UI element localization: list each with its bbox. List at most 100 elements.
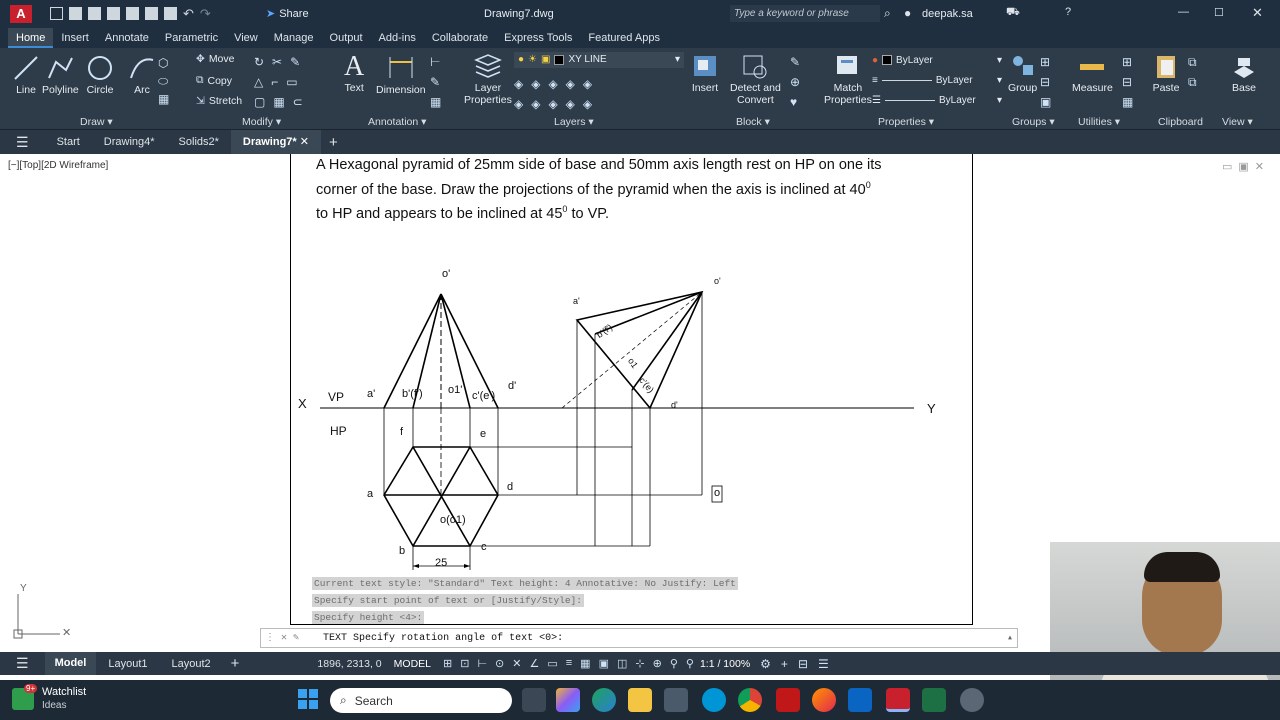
save-as-icon[interactable] [107,7,120,20]
command-grip-icon[interactable]: ⋮ ✕ ✎ [261,632,303,644]
tab-insert[interactable]: Insert [53,28,97,48]
tab-parametric[interactable]: Parametric [157,28,226,48]
layout-tab-layout1[interactable]: Layout1 [96,658,159,670]
new-icon[interactable] [50,7,63,20]
user-name[interactable]: deepak.sa [922,8,973,20]
mcafee-icon[interactable] [776,688,800,712]
open-icon[interactable] [69,7,82,20]
cart-icon[interactable]: ⛟ [1006,6,1020,20]
hamburger-menu-icon[interactable]: ☰ [0,134,45,151]
status-right-icons[interactable]: ⚙ + ⊟ ☰ [756,657,829,671]
store-icon[interactable] [664,688,688,712]
panel-modify-label[interactable]: Modify ▾ [242,116,281,128]
linetype-dropdown[interactable]: ≡ ByLayer ▾ [872,72,1002,88]
search-icon[interactable]: ⌕ [884,6,891,21]
close-button[interactable]: ✕ [1252,5,1263,21]
panel-annotation-label[interactable]: Annotation ▾ [368,116,426,128]
redo-icon[interactable]: ↷ [200,7,211,20]
panel-groups-label[interactable]: Groups ▾ [1012,116,1055,128]
layer-properties-button[interactable]: Layer Properties [464,52,512,106]
tab-view[interactable]: View [226,28,266,48]
coordinates-readout[interactable]: 1896, 2313, 0 [311,658,387,670]
tab-featured-apps[interactable]: Featured Apps [580,28,668,48]
layer-dropdown[interactable]: ● ☀ ▣ XY LINE ▾ [514,52,684,68]
widget-watchlist[interactable]: 9+ Watchlist Ideas [12,684,86,712]
undo-icon[interactable]: ↶ [183,7,194,20]
panel-layers-label[interactable]: Layers ▾ [554,116,594,128]
dimension-button[interactable]: Dimension [376,54,426,96]
command-expand-icon[interactable]: ▴ [1007,632,1017,644]
doc-tab-drawing7[interactable]: Drawing7* ✕ [230,130,321,154]
panel-block-label[interactable]: Block ▾ [736,116,770,128]
panel-draw-label[interactable]: Draw ▾ [80,116,113,128]
text-button[interactable]: A Text [344,52,364,95]
panel-clipboard-label[interactable]: Clipboard [1158,116,1203,128]
detect-convert-button[interactable]: Detect and Convert [730,52,781,106]
tab-express-tools[interactable]: Express Tools [496,28,580,48]
tab-home[interactable]: Home [8,28,54,48]
drawing-canvas[interactable]: [−][Top][2D Wireframe] ▭▣✕ A Hexagonal p… [0,154,1280,706]
start-button[interactable] [298,689,318,709]
tab-output[interactable]: Output [322,28,371,48]
copilot-icon[interactable] [556,688,580,712]
minimize-button[interactable]: — [1178,6,1189,18]
save-icon[interactable] [88,7,101,20]
new-tab-icon[interactable]: + [321,134,346,151]
lineweight-dropdown[interactable]: ☰ ByLayer ▾ [872,92,1002,108]
polyline-button[interactable]: Polyline [42,54,79,96]
paste-button[interactable]: Paste [1152,52,1180,94]
outlook-icon[interactable] [848,688,872,712]
command-line[interactable]: ⋮ ✕ ✎ TEXT Specify rotation angle of tex… [260,628,1018,648]
doc-tab-solids2[interactable]: Solids2* [167,130,231,154]
copy-button[interactable]: ⧉ Copy [196,74,232,87]
task-view-icon[interactable] [522,688,546,712]
panel-view-label[interactable]: View ▾ [1222,116,1253,128]
share-button[interactable]: ➤ Share [266,7,309,21]
excel-icon[interactable] [922,688,946,712]
taskbar-search[interactable]: ⌕ Search [330,688,512,713]
settings-icon[interactable] [960,688,984,712]
web-save-icon[interactable] [145,7,158,20]
doc-tab-start[interactable]: Start [45,130,92,154]
web-open-icon[interactable] [126,7,139,20]
panel-properties-label[interactable]: Properties ▾ [878,116,934,128]
color-dropdown[interactable]: ● ByLayer ▾ [872,52,1002,68]
insert-button[interactable]: Insert [690,52,720,94]
measure-button[interactable]: Measure [1072,52,1113,94]
add-layout-icon[interactable]: + [223,655,248,672]
group-button[interactable]: Group [1008,52,1037,94]
layout-menu-icon[interactable]: ☰ [0,655,45,672]
edge-icon[interactable] [592,688,616,712]
layout-tab-layout2[interactable]: Layout2 [160,658,223,670]
stretch-button[interactable]: ⇲ Stretch [196,95,242,107]
print-icon[interactable] [164,7,177,20]
firefox-icon[interactable] [812,688,836,712]
layout-tab-model[interactable]: Model [44,652,97,675]
model-space-toggle[interactable]: MODEL [388,658,437,670]
chrome-icon[interactable] [738,688,762,712]
close-tab-icon[interactable]: ✕ [300,136,309,148]
hp-icon[interactable] [702,688,726,712]
annotation-scale[interactable]: 1:1 / 100% [694,658,756,670]
arc-button[interactable]: Arc [128,54,156,96]
base-button[interactable]: Base [1230,52,1258,94]
selection-cycling-icon: ▣ [598,658,609,670]
circle-button[interactable]: Circle [86,54,114,96]
help-icon[interactable]: ? [1065,6,1071,18]
autocad-logo[interactable]: A [10,5,32,23]
line-button[interactable]: Line [12,54,40,96]
move-button[interactable]: ✥ Move [196,53,235,65]
maximize-button[interactable]: ☐ [1214,6,1224,19]
tab-annotate[interactable]: Annotate [97,28,157,48]
tab-manage[interactable]: Manage [266,28,322,48]
autocad-taskbar-icon[interactable] [886,688,910,712]
search-box[interactable]: Type a keyword or phrase [730,5,880,22]
match-properties-button[interactable]: Match Properties [824,52,872,106]
tab-collaborate[interactable]: Collaborate [424,28,496,48]
3d-osnap-icon: ◫ [616,658,628,670]
panel-utilities-label[interactable]: Utilities ▾ [1078,116,1120,128]
doc-tab-drawing4[interactable]: Drawing4* [92,130,167,154]
tab-addins[interactable]: Add-ins [371,28,424,48]
file-explorer-icon[interactable] [628,688,652,712]
status-toggle-icons[interactable]: ⊞ ⊡ ⊢ ⊙ ✕ ∠ ▭ ≡ ▦ ▣ ◫ ⊹ ⊕ ⚲ ⚲ [437,657,694,670]
